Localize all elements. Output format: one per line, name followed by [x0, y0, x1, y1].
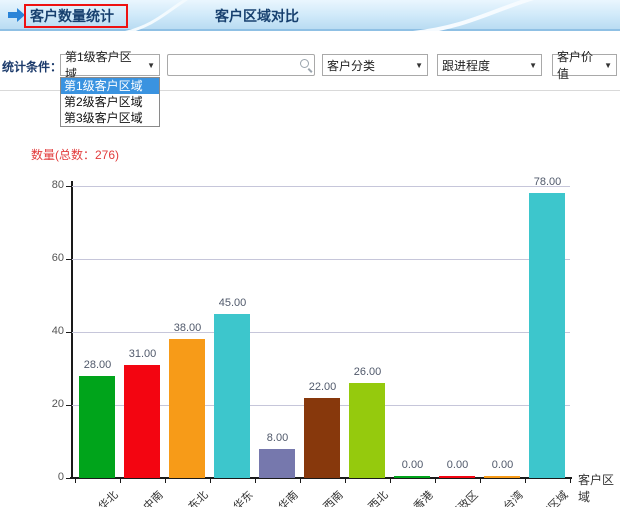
customer-category-select-value: 客户分类 [327, 58, 376, 73]
x-axis-label: 台湾 [501, 489, 526, 507]
x-axis-tick [480, 479, 481, 483]
bar-value-label: 78.00 [533, 176, 562, 188]
x-axis-label: 华东 [231, 489, 256, 507]
bar [529, 193, 565, 478]
bar [304, 398, 340, 478]
chevron-down-icon: ▼ [604, 60, 612, 70]
page: 客户数量统计 客户区域对比 统计条件： 第1级客户区域 ▼ 客户分类 ▼ 跟进程… [0, 0, 620, 507]
y-axis [71, 181, 73, 479]
x-axis-label: 华北 [96, 489, 121, 507]
bar [79, 376, 115, 478]
tab-customer-region-compare[interactable]: 客户区域对比 [215, 0, 299, 31]
x-axis-tick [255, 479, 256, 483]
y-axis-tick [66, 478, 71, 479]
x-axis-tick [75, 479, 76, 483]
search-input[interactable] [167, 54, 315, 76]
gridline [72, 332, 570, 333]
bar-value-label: 28.00 [83, 359, 112, 371]
bar-value-label: 8.00 [266, 432, 289, 444]
x-axis-label: 中南 [141, 489, 166, 507]
tab-label: 客户区域对比 [215, 7, 299, 24]
bar [394, 476, 430, 478]
dropdown-option[interactable]: 第1级客户区域 [61, 78, 159, 94]
x-axis-tick [210, 479, 211, 483]
search-icon [300, 59, 309, 68]
y-axis-tick-label: 40 [51, 325, 64, 337]
x-axis-tick [165, 479, 166, 483]
y-axis-tick [66, 405, 71, 406]
customer-value-select-value: 客户价值 [557, 50, 594, 81]
y-axis-tick [66, 332, 71, 333]
follow-up-progress-select-value: 跟进程度 [442, 58, 491, 73]
x-axis-tick [120, 479, 121, 483]
chevron-down-icon: ▼ [415, 60, 423, 70]
region-level-select[interactable]: 第1级客户区域 ▼ [60, 50, 160, 81]
gridline [72, 259, 570, 260]
bar [214, 314, 250, 478]
x-axis-label: 西北 [366, 489, 391, 507]
bar-value-label: 0.00 [446, 459, 469, 471]
bar-value-label: 0.00 [401, 459, 424, 471]
bar [349, 383, 385, 478]
bar-value-label: 31.00 [128, 348, 157, 360]
y-axis-tick [66, 259, 71, 260]
x-axis-tick [300, 479, 301, 483]
customer-value-select[interactable]: 客户价值 ▼ [552, 50, 617, 81]
y-axis-tick-label: 60 [51, 252, 64, 264]
dropdown-option[interactable]: 第2级客户区域 [61, 94, 159, 110]
chart-total-label: 数量(总数：276) [31, 148, 120, 162]
chevron-down-icon: ▼ [529, 60, 537, 70]
active-tab-highlight-box [24, 4, 128, 28]
filter-conditions-label: 统计条件： [2, 60, 63, 74]
bar-value-label: 38.00 [173, 322, 202, 334]
x-axis-label: 西南 [321, 489, 346, 507]
gridline [72, 186, 570, 187]
bar-value-label: 22.00 [308, 381, 337, 393]
bar-value-label: 45.00 [218, 297, 247, 309]
y-axis-tick-label: 20 [51, 398, 64, 410]
x-axis-tick [345, 479, 346, 483]
y-axis-tick-label: 80 [51, 179, 64, 191]
bar [259, 449, 295, 478]
x-axis-tick [435, 479, 436, 483]
bar-value-label: 26.00 [353, 366, 382, 378]
bar [124, 365, 160, 478]
x-axis-label: 东北 [186, 489, 211, 507]
region-level-dropdown-list: 第1级客户区域 第2级客户区域 第3级客户区域 [60, 77, 160, 127]
x-axis-title: 客户区域 [578, 473, 615, 504]
x-axis-tick [570, 479, 571, 483]
tab-bar: 客户数量统计 客户区域对比 [0, 0, 620, 31]
y-axis-tick [66, 186, 71, 187]
y-axis-tick-label: 0 [57, 471, 64, 483]
x-axis-tick [390, 479, 391, 483]
dropdown-option[interactable]: 第3级客户区域 [61, 110, 159, 126]
bar-value-label: 0.00 [491, 459, 514, 471]
search-box [167, 54, 315, 76]
x-axis-label: 香港 [411, 489, 436, 507]
bar [439, 476, 475, 478]
bar [169, 339, 205, 478]
x-axis-label: 华南 [276, 489, 301, 507]
chevron-down-icon: ▼ [147, 60, 155, 70]
follow-up-progress-select[interactable]: 跟进程度 ▼ [437, 54, 542, 76]
x-axis-label: 特别行政区 [431, 487, 481, 507]
active-tab-arrow-icon [8, 8, 25, 22]
x-axis-tick [525, 479, 526, 483]
bar [484, 476, 520, 478]
customer-category-select[interactable]: 客户分类 ▼ [322, 54, 428, 76]
x-axis-label: 跨区域 [538, 489, 571, 507]
